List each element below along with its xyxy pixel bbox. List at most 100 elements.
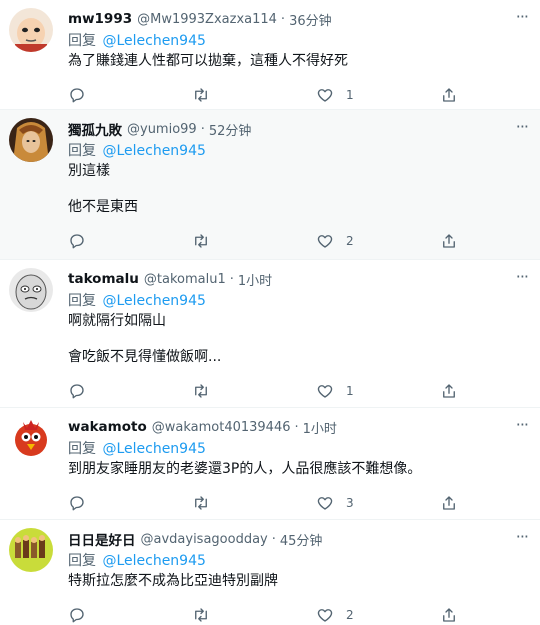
like-button[interactable]: 3 xyxy=(316,494,440,512)
mention-link[interactable]: @Lelechen945 xyxy=(102,33,205,49)
tweet-line: 啊就隔行如隔山 xyxy=(68,313,166,329)
share-icon xyxy=(443,384,455,398)
tweet[interactable]: takomalu @takomalu1 · 1小时 ··· 回复 @Lelech… xyxy=(0,260,540,408)
separator-dot: · xyxy=(294,419,299,435)
avatar[interactable] xyxy=(9,118,53,162)
tweet-line: 特斯拉怎麼不成為比亞迪特別副牌 xyxy=(68,573,278,589)
heart-icon xyxy=(317,89,333,102)
more-icon[interactable]: ··· xyxy=(516,119,529,135)
user-handle[interactable]: @wakamot40139446 xyxy=(152,420,291,435)
replying-to: 回复 @Lelechen945 xyxy=(68,142,526,160)
tweet-line: 他不是東西 xyxy=(68,199,138,215)
tweet-header: takomalu @takomalu1 · 1小时 xyxy=(68,270,526,289)
separator-dot: · xyxy=(200,121,205,137)
tweet[interactable]: wakamoto @wakamot40139446 · 1小时 ··· 回复 @… xyxy=(0,408,540,520)
tweet-text: 到朋友家睡朋友的老婆還3P的人，人品很應該不難想像。 xyxy=(68,460,526,479)
user-handle[interactable]: @avdayisagoodday xyxy=(141,532,268,547)
tweet-line: 別這樣 xyxy=(68,163,110,179)
reply-button[interactable] xyxy=(68,494,192,512)
share-icon xyxy=(443,496,455,510)
more-icon[interactable]: ··· xyxy=(516,417,529,433)
timestamp[interactable]: 1小时 xyxy=(238,270,272,289)
user-handle[interactable]: @takomalu1 xyxy=(144,272,226,287)
share-icon xyxy=(443,88,455,102)
mention-link[interactable]: @Lelechen945 xyxy=(102,293,205,309)
reply-button[interactable] xyxy=(68,382,192,400)
retweet-button[interactable] xyxy=(192,494,316,512)
like-count: 2 xyxy=(346,608,354,622)
like-count: 1 xyxy=(346,384,354,398)
tweet-header: wakamoto @wakamot40139446 · 1小时 xyxy=(68,418,526,437)
retweet-button[interactable] xyxy=(192,382,316,400)
retweet-icon xyxy=(195,608,207,622)
tweet-header: 獨孤九敗 @yumio99 · 52分钟 xyxy=(68,119,526,140)
action-bar: 2 xyxy=(68,221,526,261)
share-button[interactable] xyxy=(440,232,458,250)
like-button[interactable]: 1 xyxy=(316,382,440,400)
avatar[interactable] xyxy=(9,528,53,572)
tweet-text: 為了賺錢連人性都可以拋棄，這種人不得好死 xyxy=(68,52,526,71)
replying-to: 回复 @Lelechen945 xyxy=(68,32,526,50)
avatar[interactable] xyxy=(9,8,53,52)
user-handle[interactable]: @Mw1993Zxazxa114 xyxy=(137,12,277,27)
tweet-line: 為了賺錢連人性都可以拋棄，這種人不得好死 xyxy=(68,53,348,69)
replying-to: 回复 @Lelechen945 xyxy=(68,292,526,310)
like-button[interactable]: 1 xyxy=(316,86,440,104)
like-count: 2 xyxy=(346,234,354,248)
reply-button[interactable] xyxy=(68,86,192,104)
share-button[interactable] xyxy=(440,382,458,400)
reply-prefix: 回复 xyxy=(68,293,96,309)
retweet-button[interactable] xyxy=(192,606,316,624)
user-handle[interactable]: @yumio99 xyxy=(127,122,197,137)
mention-link[interactable]: @Lelechen945 xyxy=(102,143,205,159)
share-button[interactable] xyxy=(440,86,458,104)
reply-button[interactable] xyxy=(68,232,192,250)
retweet-button[interactable] xyxy=(192,86,316,104)
action-bar: 1 xyxy=(68,75,526,115)
separator-dot: · xyxy=(271,531,276,547)
more-icon[interactable]: ··· xyxy=(516,529,529,545)
mention-link[interactable]: @Lelechen945 xyxy=(102,553,205,569)
reply-button[interactable] xyxy=(68,606,192,624)
reply-icon xyxy=(70,496,84,511)
reply-icon xyxy=(70,608,84,623)
tweet[interactable]: 日日是好日 @avdayisagoodday · 45分钟 ··· 回复 @Le… xyxy=(0,520,540,625)
timestamp[interactable]: 52分钟 xyxy=(209,120,252,139)
more-icon[interactable]: ··· xyxy=(516,9,529,25)
username[interactable]: mw1993 xyxy=(68,11,132,27)
action-bar: 1 xyxy=(68,371,526,411)
replying-to: 回复 @Lelechen945 xyxy=(68,440,526,458)
username[interactable]: 日日是好日 xyxy=(68,529,136,549)
retweet-icon xyxy=(195,88,207,102)
separator-dot: · xyxy=(229,271,234,287)
more-icon[interactable]: ··· xyxy=(516,269,529,285)
username[interactable]: takomalu xyxy=(68,271,139,287)
timestamp[interactable]: 45分钟 xyxy=(280,530,323,549)
separator-dot: · xyxy=(280,11,286,27)
username[interactable]: 獨孤九敗 xyxy=(68,119,122,139)
tweet-text: 別這樣 他不是東西 xyxy=(68,162,526,217)
username[interactable]: wakamoto xyxy=(68,419,147,435)
retweet-button[interactable] xyxy=(192,232,316,250)
avatar[interactable] xyxy=(9,416,53,460)
share-button[interactable] xyxy=(440,494,458,512)
like-button[interactable]: 2 xyxy=(316,232,440,250)
tweet-line: 到朋友家睡朋友的老婆還3P的人，人品很應該不難想像。 xyxy=(68,461,422,477)
heart-icon xyxy=(317,235,333,248)
tweet-header: mw1993 @Mw1993Zxazxa114 · 36分钟 xyxy=(68,10,526,29)
avatar[interactable] xyxy=(9,268,53,312)
like-button[interactable]: 2 xyxy=(316,606,440,624)
mention-link[interactable]: @Lelechen945 xyxy=(102,441,205,457)
like-count: 3 xyxy=(346,496,354,510)
tweet[interactable]: 獨孤九敗 @yumio99 · 52分钟 ··· 回复 @Lelechen945… xyxy=(0,110,540,260)
tweet[interactable]: mw1993 @Mw1993Zxazxa114 · 36分钟 ··· 回复 @L… xyxy=(0,0,540,110)
retweet-icon xyxy=(195,234,207,248)
tweet-text: 特斯拉怎麼不成為比亞迪特別副牌 xyxy=(68,572,526,591)
timestamp[interactable]: 1小时 xyxy=(303,418,337,437)
tweet-header: 日日是好日 @avdayisagoodday · 45分钟 xyxy=(68,529,526,550)
reply-icon xyxy=(70,384,84,399)
timestamp[interactable]: 36分钟 xyxy=(289,10,332,29)
retweet-icon xyxy=(195,496,207,510)
share-button[interactable] xyxy=(440,606,458,624)
reply-prefix: 回复 xyxy=(68,33,96,49)
